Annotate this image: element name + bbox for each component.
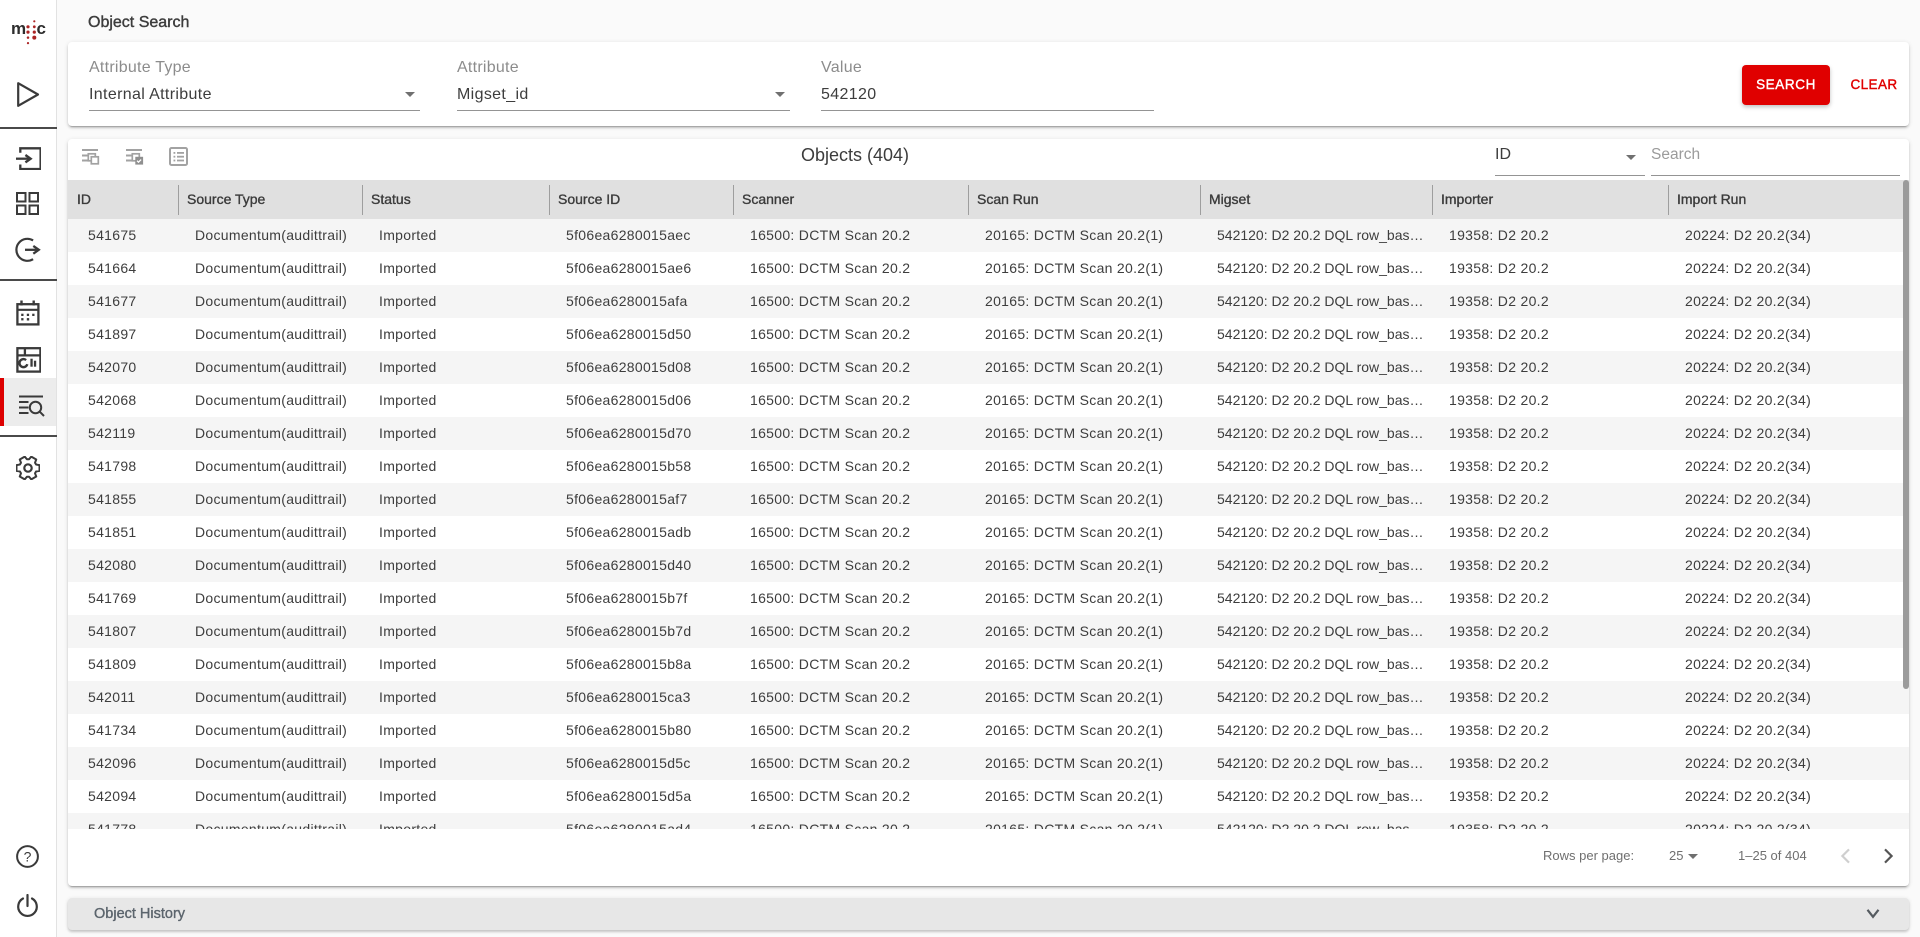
- svg-text:m: m: [11, 19, 26, 38]
- svg-text:c: c: [37, 19, 46, 38]
- svg-text:?: ?: [24, 849, 32, 865]
